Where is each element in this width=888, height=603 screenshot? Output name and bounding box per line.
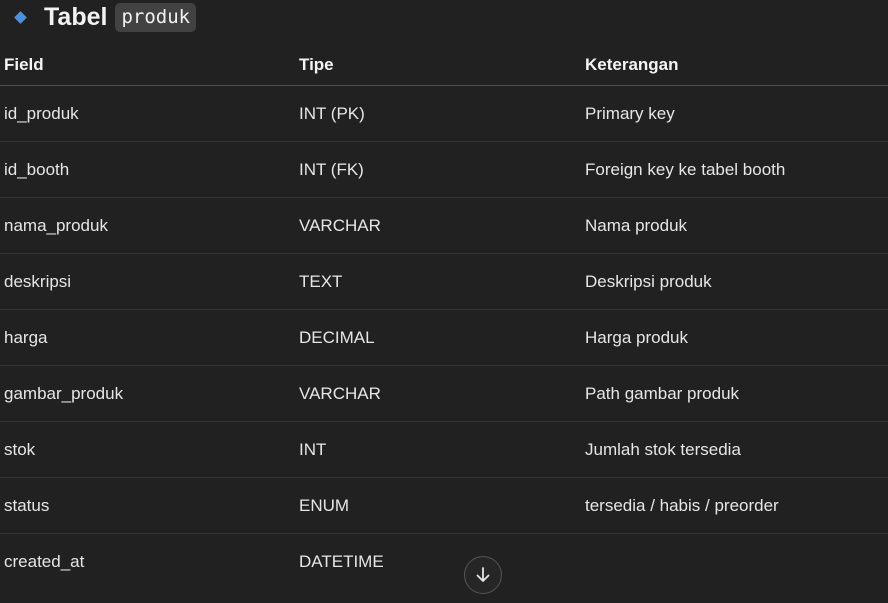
diamond-bullet-icon	[14, 10, 27, 24]
cell-description: Primary key	[581, 85, 888, 142]
cell-field: harga	[0, 309, 295, 366]
cell-type: TEXT	[295, 253, 581, 310]
cell-description: Harga produk	[581, 309, 888, 366]
cell-field: stok	[0, 421, 295, 478]
cell-description	[581, 534, 888, 590]
table-row: deskripsi TEXT Deskripsi produk	[0, 253, 888, 310]
cell-type: INT (FK)	[295, 141, 581, 198]
cell-field: status	[0, 477, 295, 534]
cell-field: nama_produk	[0, 197, 295, 254]
cell-type: VARCHAR	[295, 365, 581, 422]
section-heading: Tabel produk	[14, 0, 197, 34]
cell-field: created_at	[4, 551, 85, 571]
table-row: nama_produk VARCHAR Nama produk	[0, 197, 888, 254]
cell-description: Deskripsi produk	[581, 253, 888, 310]
cell-field: deskripsi	[0, 253, 295, 310]
arrow-down-icon	[476, 567, 490, 582]
cell-description: Path gambar produk	[581, 365, 888, 422]
table-row: id_booth INT (FK) Foreign key ke tabel b…	[0, 141, 888, 198]
cell-type: DECIMAL	[295, 309, 581, 366]
inline-code-table-name: produk	[115, 2, 197, 32]
table-row: status ENUM tersedia / habis / preorder	[0, 477, 888, 534]
cell-type: VARCHAR	[295, 197, 581, 254]
cell-type: DATETIME	[299, 551, 384, 571]
schema-table: Field Tipe Keterangan id_produk INT (PK)…	[0, 44, 888, 589]
table-row: created_at DATETIME	[0, 534, 888, 590]
cell-field: gambar_produk	[0, 365, 295, 422]
column-header-type: Tipe	[295, 44, 581, 86]
table-row: stok INT Jumlah stok tersedia	[0, 421, 888, 478]
table-row: gambar_produk VARCHAR Path gambar produk	[0, 365, 888, 422]
cell-type: ENUM	[295, 477, 581, 534]
column-header-description: Keterangan	[581, 44, 888, 86]
table-header-row: Field Tipe Keterangan	[0, 44, 888, 86]
cell-field: id_produk	[0, 85, 295, 142]
table-row: harga DECIMAL Harga produk	[0, 309, 888, 366]
cell-type: INT	[295, 421, 581, 478]
page: Tabel produk Field Tipe Keterangan id_pr…	[0, 0, 888, 603]
cell-field: id_booth	[0, 141, 295, 198]
column-header-field: Field	[0, 44, 295, 86]
cell-description: tersedia / habis / preorder	[581, 477, 888, 534]
scroll-to-bottom-button[interactable]	[464, 556, 502, 594]
table-row: id_produk INT (PK) Primary key	[0, 85, 888, 142]
heading-text: Tabel	[44, 2, 108, 31]
cell-type: INT (PK)	[295, 85, 581, 142]
cell-description: Foreign key ke tabel booth	[581, 141, 888, 198]
cell-description: Nama produk	[581, 197, 888, 254]
cell-description: Jumlah stok tersedia	[581, 421, 888, 478]
